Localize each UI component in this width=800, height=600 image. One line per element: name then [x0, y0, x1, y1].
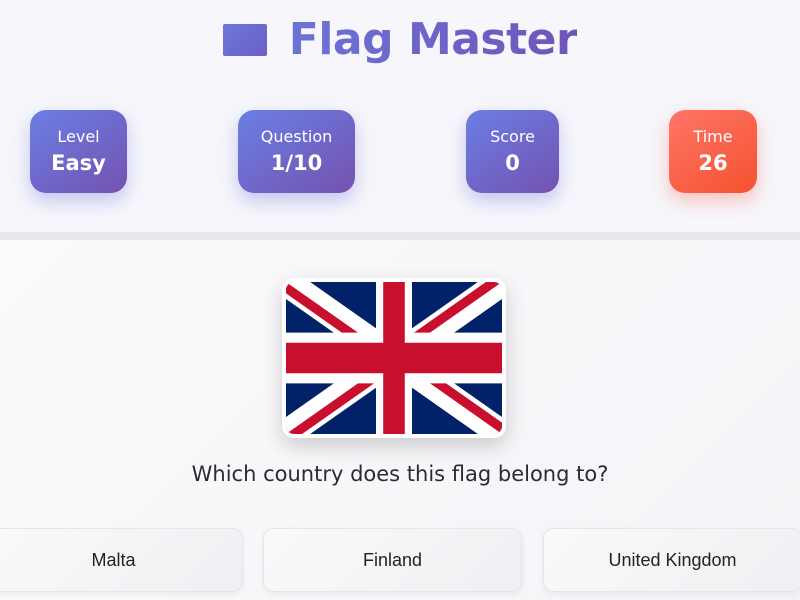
united-kingdom-flag-icon: [286, 282, 502, 434]
flag-icon: [222, 23, 267, 56]
question-value: 1/10: [270, 150, 323, 175]
question-text: Which country does this flag belong to?: [191, 462, 609, 486]
level-stat: Level Easy: [30, 110, 127, 193]
time-value: 26: [698, 150, 728, 175]
time-stat: Time 26: [669, 110, 757, 193]
flag-quiz-page: Flag Master Level Easy Question 1/10 Sco…: [0, 0, 800, 600]
score-stat: Score 0: [466, 110, 559, 193]
level-label: Level: [57, 126, 100, 146]
score-label: Score: [490, 126, 535, 146]
app-title: Flag Master: [288, 14, 578, 65]
answer-option-3[interactable]: United Kingdom: [543, 528, 800, 592]
flag-card: [282, 278, 506, 438]
answer-option-2[interactable]: Finland: [263, 528, 522, 592]
answer-option-1[interactable]: Malta: [0, 528, 243, 592]
title-bar: Flag Master: [0, 14, 800, 65]
question-label: Question: [260, 126, 333, 146]
time-label: Time: [693, 126, 733, 146]
header: Flag Master Level Easy Question 1/10 Sco…: [0, 0, 800, 232]
level-value: Easy: [51, 150, 106, 175]
question-stat: Question 1/10: [238, 110, 355, 193]
header-divider: [0, 232, 800, 240]
quiz-area: Which country does this flag belong to? …: [0, 240, 800, 600]
score-value: 0: [505, 150, 520, 175]
